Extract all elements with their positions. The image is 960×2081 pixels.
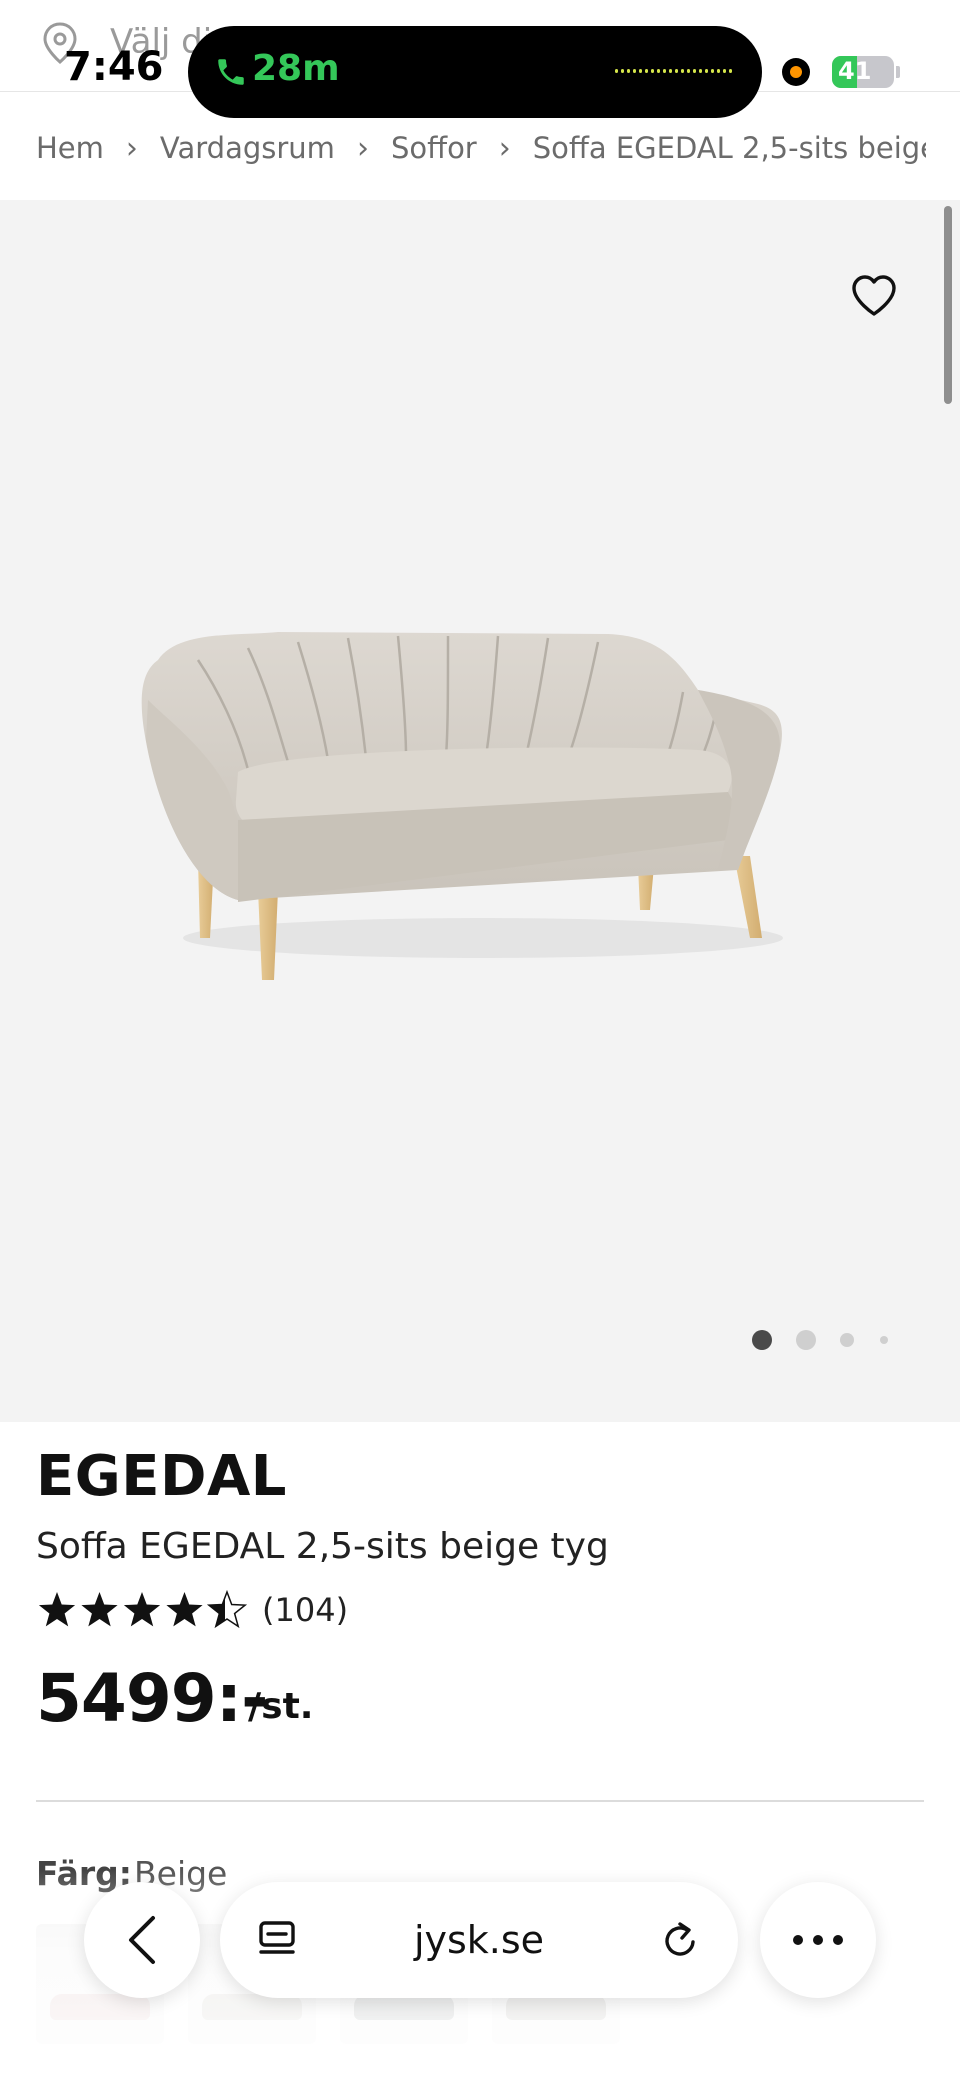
battery-tip [896, 66, 900, 78]
status-bar: Välj di 7:46 28m 41 [0, 0, 960, 118]
dynamic-island-call[interactable]: 28m [188, 26, 762, 118]
gallery-pagination [748, 1328, 898, 1352]
chevron-left-icon [129, 1916, 155, 1964]
star-full-icon [38, 1592, 76, 1627]
star-full-icon [123, 1592, 161, 1627]
breadcrumb-item-soffor[interactable]: Soffor [391, 131, 477, 165]
call-duration: 28m [252, 48, 340, 89]
gallery-dot-2[interactable] [796, 1330, 816, 1350]
star-full-icon [166, 1592, 203, 1627]
url-text[interactable]: jysk.se [414, 1918, 544, 1962]
gallery-dot-4[interactable] [880, 1336, 888, 1344]
heart-icon[interactable] [850, 274, 898, 318]
chevron-right-icon: › [498, 130, 511, 166]
chevron-right-icon: › [125, 130, 138, 166]
gallery-dot-1[interactable] [752, 1330, 772, 1350]
phone-icon [218, 59, 244, 85]
tabs-icon[interactable] [256, 1919, 298, 1961]
ellipsis-icon [793, 1935, 843, 1945]
reload-icon[interactable] [660, 1918, 702, 1962]
breadcrumb: Hem › Vardagsrum › Soffor › Soffa EGEDAL… [36, 118, 926, 178]
price-unit: /st. [248, 1686, 314, 1727]
more-options-button[interactable] [760, 1882, 876, 1998]
star-full-icon [81, 1592, 118, 1627]
product-name: Soffa EGEDAL 2,5-sits beige tyg [36, 1526, 609, 1567]
breadcrumb-item-current: Soffa EGEDAL 2,5-sits beige tyg [532, 131, 926, 165]
divider [36, 1800, 924, 1802]
address-bar[interactable]: jysk.se [220, 1882, 738, 1998]
breadcrumb-item-vardagsrum[interactable]: Vardagsrum [160, 131, 335, 165]
product-rating[interactable]: (104) [36, 1590, 348, 1630]
sofa-product-image [141, 632, 783, 980]
product-price: 5499:- [36, 1660, 268, 1737]
review-count[interactable]: (104) [262, 1591, 348, 1629]
product-brand: EGEDAL [36, 1444, 287, 1509]
battery-level: 41 [838, 57, 872, 85]
recording-indicator-icon [782, 58, 810, 86]
rating-stars-icon [38, 1590, 248, 1629]
audio-waveform-icon [615, 69, 732, 73]
back-button[interactable] [84, 1882, 200, 1998]
status-time: 7:46 [64, 44, 164, 90]
breadcrumb-item-hem[interactable]: Hem [36, 131, 104, 165]
battery-icon: 41 [832, 56, 894, 88]
gallery-dot-3[interactable] [840, 1333, 854, 1347]
scrollbar[interactable] [944, 206, 952, 404]
chevron-right-icon: › [356, 130, 369, 166]
